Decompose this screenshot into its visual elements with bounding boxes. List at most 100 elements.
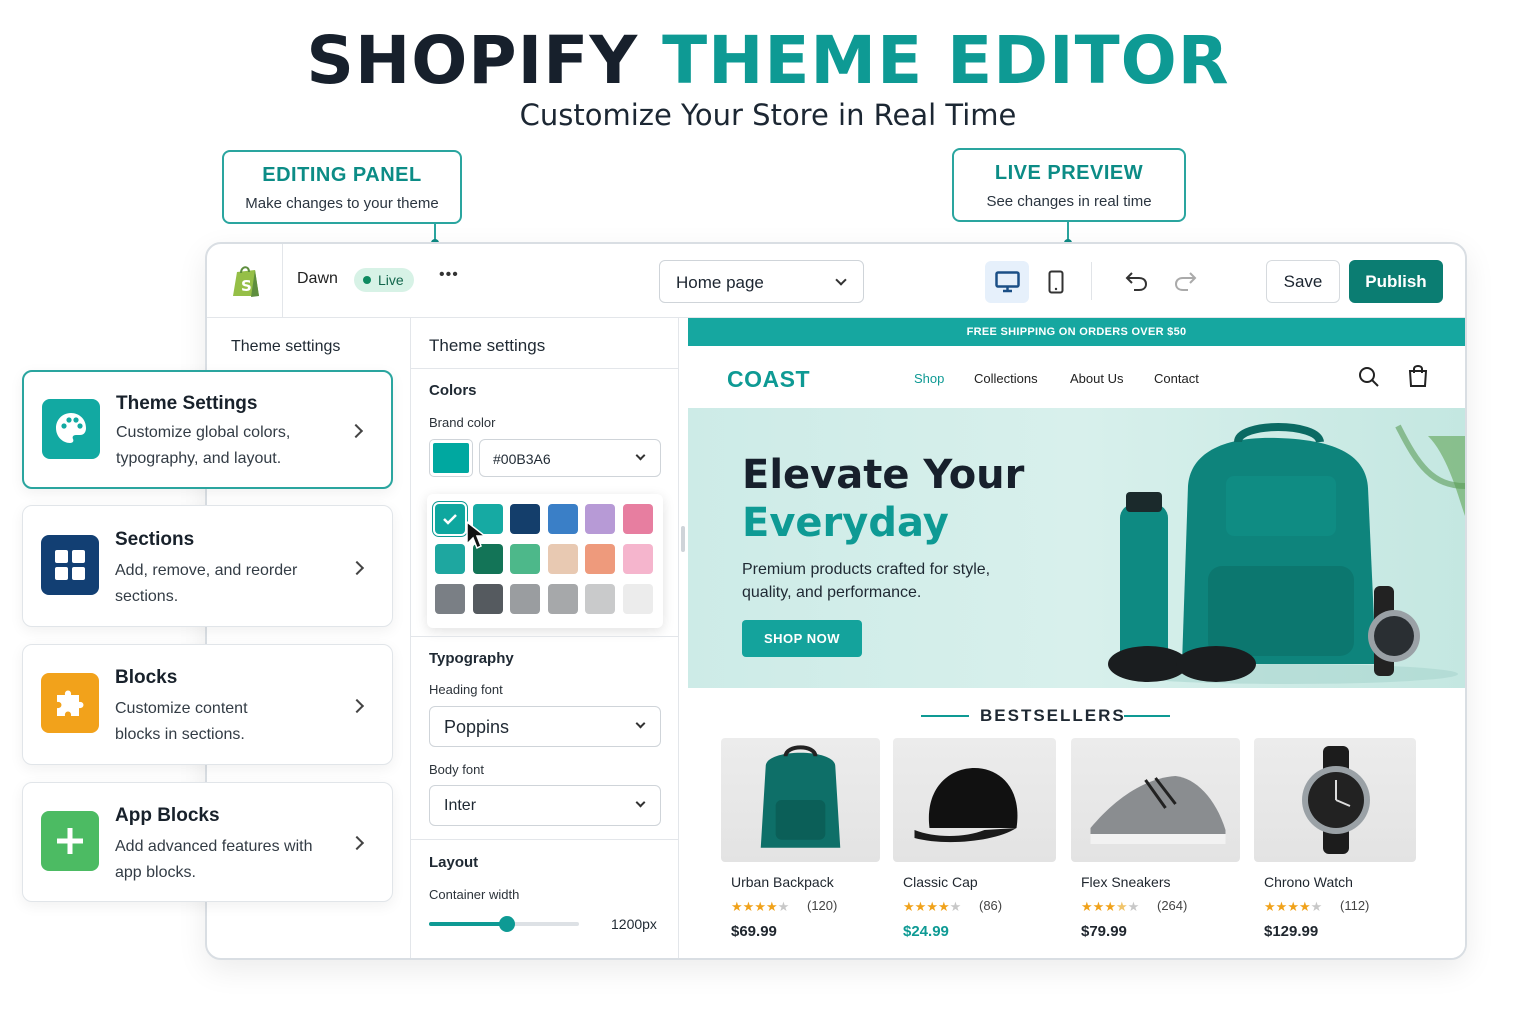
shopify-logo[interactable]: S (207, 244, 283, 318)
hero-banner: Elevate Your Everyday Premium products c… (688, 408, 1465, 688)
undo-icon[interactable] (1125, 270, 1149, 292)
product-rating: ★★★★★ (1264, 898, 1322, 916)
nav-link-shop[interactable]: Shop (914, 371, 944, 386)
layout-heading: Layout (429, 854, 479, 871)
hero-text: Premium products crafted for style, qual… (742, 561, 991, 601)
chevron-right-icon (348, 423, 364, 439)
color-swatch[interactable] (585, 504, 615, 534)
theme-name: Dawn (297, 270, 338, 287)
search-icon[interactable] (1358, 366, 1380, 388)
shop-now-button[interactable]: SHOP NOW (742, 620, 862, 657)
color-swatch[interactable] (585, 544, 615, 574)
body-font-select[interactable]: Inter (429, 785, 661, 826)
color-swatch[interactable] (435, 504, 465, 534)
divider (411, 368, 679, 369)
color-swatch[interactable] (510, 504, 540, 534)
color-swatch[interactable] (435, 584, 465, 614)
publish-button[interactable]: Publish (1349, 260, 1443, 303)
color-swatch[interactable] (622, 584, 653, 614)
chevron-right-icon (349, 560, 365, 576)
live-dot-icon (363, 276, 371, 284)
slider-handle[interactable] (499, 916, 515, 932)
card-theme-settings[interactable]: Theme Settings Customize global colors, … (22, 370, 393, 489)
page-selector-value: Home page (676, 273, 764, 292)
mobile-view-button[interactable] (1035, 261, 1075, 303)
colors-heading: Colors (429, 382, 477, 399)
product-name[interactable]: Urban Backpack (731, 874, 834, 890)
card-title: Sections (115, 529, 195, 550)
review-count: (120) (807, 898, 838, 913)
star-icon: ★ (1264, 899, 1276, 914)
card-title: Blocks (115, 667, 178, 688)
star-icon: ★ (926, 899, 938, 914)
live-preview-callout: LIVE PREVIEW See changes in real time (952, 148, 1186, 222)
star-icon: ★ (731, 899, 743, 914)
brand-color-swatch[interactable] (429, 439, 473, 477)
color-swatch[interactable] (585, 584, 615, 614)
color-swatch[interactable] (622, 544, 653, 574)
brand-color-value: #00B3A6 (493, 451, 551, 467)
puzzle-icon (41, 673, 99, 733)
product-image[interactable] (721, 738, 880, 862)
more-options-button[interactable]: ••• (439, 266, 459, 284)
desktop-view-button[interactable] (985, 261, 1029, 303)
color-swatch[interactable] (510, 584, 540, 614)
settings-panel-title: Theme settings (429, 336, 546, 355)
hero-product-image (1108, 423, 1465, 684)
slider-fill (429, 922, 507, 926)
color-swatch[interactable] (472, 584, 503, 614)
container-width-value: 1200px (611, 916, 657, 932)
product-card[interactable]: Chrono Watch ★★★★★ (112) $129.99 (1254, 738, 1416, 958)
product-name[interactable]: Chrono Watch (1264, 874, 1353, 890)
product-name[interactable]: Classic Cap (903, 874, 978, 890)
nav-link-collections[interactable]: Collections (974, 371, 1038, 386)
color-swatch[interactable] (547, 584, 578, 614)
panel-resize-handle[interactable] (681, 526, 685, 552)
card-sections[interactable]: Sections Add, remove, and reorder sectio… (22, 505, 393, 627)
grid-icon (41, 535, 99, 595)
heading-font-select[interactable]: Poppins (429, 706, 661, 747)
heading-font-value: Poppins (444, 717, 510, 737)
nav-link-about[interactable]: About Us (1070, 371, 1123, 386)
color-swatch[interactable] (435, 544, 465, 574)
nav-link-contact[interactable]: Contact (1154, 371, 1199, 386)
color-swatch[interactable] (547, 544, 578, 574)
title-accent: THEME EDITOR (662, 22, 1230, 99)
page-title: SHOPIFY THEME EDITOR (0, 22, 1536, 99)
star-icon: ★ (1092, 899, 1105, 914)
cart-bag-icon[interactable] (1407, 364, 1429, 388)
color-swatch[interactable] (622, 504, 653, 534)
color-swatch[interactable] (510, 544, 540, 574)
card-title: App Blocks (115, 805, 220, 826)
product-card[interactable]: Urban Backpack ★★★★★ (120) $69.99 (721, 738, 880, 958)
cursor-pointer-icon (465, 520, 488, 555)
star-icon: ★ (1127, 899, 1140, 914)
product-image[interactable] (1254, 738, 1416, 862)
chevron-down-icon (635, 797, 646, 808)
page-selector[interactable]: Home page (659, 260, 864, 303)
star-icon: ★ (1310, 899, 1323, 914)
store-logo[interactable]: COAST (727, 366, 810, 393)
card-description: Add advanced features with app blocks. (115, 838, 313, 881)
body-font-label: Body font (429, 762, 484, 777)
card-app-blocks[interactable]: App Blocks Add advanced features with ap… (22, 782, 393, 902)
review-count: (86) (979, 898, 1003, 913)
container-width-slider[interactable] (429, 916, 579, 932)
color-swatch[interactable] (547, 504, 578, 534)
product-name[interactable]: Flex Sneakers (1081, 874, 1170, 890)
brand-color-label: Brand color (429, 415, 496, 430)
product-image[interactable] (893, 738, 1056, 862)
chevron-down-icon (635, 450, 646, 461)
star-icon: ★ (1275, 899, 1288, 914)
body-font-value: Inter (444, 797, 477, 814)
product-card[interactable]: Classic Cap ★★★★★ (86) $24.99 (893, 738, 1056, 958)
product-image[interactable] (1071, 738, 1240, 862)
card-blocks[interactable]: Blocks Customize content blocks in secti… (22, 644, 393, 765)
heading-rule (1124, 715, 1170, 717)
product-card[interactable]: Flex Sneakers ★★★★★ (264) $79.99 (1071, 738, 1240, 958)
left-sidebar-title: Theme settings (231, 338, 341, 355)
save-button[interactable]: Save (1266, 260, 1340, 303)
card-description: Customize content blocks in sections. (115, 700, 248, 743)
brand-color-input[interactable]: #00B3A6 (479, 439, 661, 477)
redo-icon[interactable] (1173, 270, 1197, 292)
